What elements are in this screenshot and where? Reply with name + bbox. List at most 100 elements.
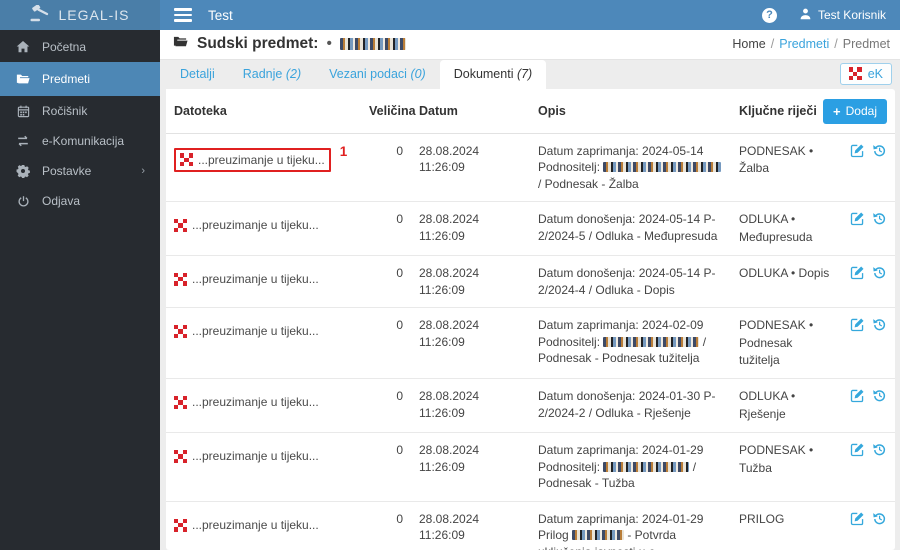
file-link[interactable]: ...preuzimanje u tijeku... [174, 394, 319, 411]
tab-vezani-podaci[interactable]: Vezani podaci (0) [315, 60, 440, 89]
edit-icon[interactable] [850, 511, 865, 526]
sidebar-item-odjava[interactable]: Odjava [0, 186, 160, 216]
page-title: Sudski predmet: • [172, 34, 406, 54]
tab-label: Radnje [242, 66, 283, 81]
sidebar-item-label: e-Komunikacija [42, 134, 125, 148]
edit-icon[interactable] [850, 265, 865, 280]
user-icon [799, 7, 812, 23]
file-name: ...preuzimanje u tijeku... [192, 395, 319, 410]
help-icon[interactable]: ? [761, 7, 777, 23]
file-name: ...preuzimanje u tijeku... [192, 324, 319, 339]
brand: LEGAL-IS [0, 0, 160, 30]
file-name: ...preuzimanje u tijeku... [192, 218, 319, 233]
folder-icon [15, 72, 31, 86]
history-icon[interactable] [872, 442, 887, 457]
brand-label: LEGAL-IS [58, 7, 130, 23]
checker-icon [174, 396, 187, 410]
keywords-cell: ODLUKA • Dopis [739, 266, 830, 281]
file-link[interactable]: ...preuzimanje u tijeku... [174, 147, 331, 173]
checker-icon [174, 449, 187, 463]
file-cell: ...preuzimanje u tijeku... [166, 433, 361, 502]
table-row: ...preuzimanje u tijeku... 0 28.08.2024 11… [166, 308, 895, 379]
sidebar-item-ro-i-nik[interactable]: Ročišnik [0, 96, 160, 126]
tab-label: Dokumenti [453, 66, 514, 81]
sidebar-item-predmeti[interactable]: Predmeti [0, 62, 160, 96]
ek-button[interactable]: eK [839, 62, 892, 85]
keywords-cell: ODLUKA • Rješenje [739, 389, 796, 421]
description-cell: Datum donošenja: 2024-05-14 P-2/2024-4 /… [538, 266, 716, 297]
actions-cell [841, 133, 895, 202]
breadcrumb-predmeti[interactable]: Predmeti [779, 37, 829, 51]
checker-icon [174, 272, 187, 286]
edit-icon[interactable] [850, 317, 865, 332]
row-actions [849, 388, 887, 403]
edit-icon[interactable] [850, 143, 865, 158]
breadcrumb-current: Predmet [842, 37, 890, 52]
documents-panel: Datoteka Veličina Datum Opis Ključne riječi +… [166, 88, 895, 550]
tab-detalji[interactable]: Detalji [166, 60, 229, 89]
column-header-veli-ina: Veličina [369, 104, 416, 119]
sidebar-item-postavke[interactable]: Postavke › [0, 156, 160, 186]
table-row: ...preuzimanje u tijeku... 0 28.08.2024 11… [166, 256, 895, 308]
sidebar-item-e-komunikacija[interactable]: e-Komunikacija [0, 126, 160, 156]
file-link[interactable]: ...preuzimanje u tijeku... [174, 448, 319, 465]
history-icon[interactable] [872, 143, 887, 158]
file-link[interactable]: ...preuzimanje u tijeku... [174, 323, 319, 340]
file-cell: ...preuzimanje u tijeku... [166, 256, 361, 308]
date-cell: 28.08.2024 11:26:09 [419, 212, 480, 243]
checker-icon [174, 219, 187, 233]
size-cell: 0 [396, 143, 403, 158]
file-cell: ...preuzimanje u tijeku... [166, 379, 361, 433]
date-cell: 28.08.2024 11:26:09 [419, 511, 480, 543]
description-cell: Datum zaprimanja: 2024-01-29 Podnositelj… [538, 443, 704, 491]
size-cell: 0 [396, 443, 403, 458]
description-cell: Datum zaprimanja: 2024-02-09 Podnositelj… [538, 318, 707, 366]
file-link[interactable]: ...preuzimanje u tijeku... [174, 217, 319, 234]
column-header-opis: Opis [538, 104, 566, 119]
sidebar-item-po-etna[interactable]: Početna [0, 32, 160, 62]
tab-label: Detalji [180, 66, 215, 81]
breadcrumb: Home / Predmeti / Predmet [732, 37, 890, 52]
edit-icon[interactable] [850, 442, 865, 457]
edit-icon[interactable] [850, 211, 865, 226]
annotation-label: 1 [339, 143, 348, 159]
column-header-datoteka: Datoteka [174, 104, 227, 119]
file-link[interactable]: ...preuzimanje u tijeku... [174, 271, 319, 288]
description-cell: Datum zaprimanja: 2024-05-14 Podnositelj… [530, 133, 731, 202]
date-cell: 28.08.2024 11:26:09 [419, 266, 480, 297]
history-icon[interactable] [872, 388, 887, 403]
file-cell: ...preuzimanje u tijeku... [166, 501, 361, 550]
row-actions [849, 265, 887, 280]
date-cell: 28.08.2024 11:26:09 [419, 143, 480, 175]
file-cell: ...preuzimanje u tijeku... [166, 202, 361, 256]
power-icon [15, 195, 31, 208]
keywords-cell: ODLUKA • Međupresuda [739, 212, 813, 244]
add-button[interactable]: + Dodaj [823, 98, 887, 124]
tab-radnje[interactable]: Radnje (2) [229, 60, 315, 89]
add-button-label: Dodaj [845, 104, 877, 119]
table-row: ...preuzimanje u tijeku... 0 28.08.2024 11… [166, 433, 895, 502]
file-link[interactable]: ...preuzimanje u tijeku... [174, 517, 319, 534]
redacted-text [572, 530, 625, 541]
file-name: ...preuzimanje u tijeku... [198, 152, 325, 167]
history-icon[interactable] [872, 317, 887, 332]
history-icon[interactable] [872, 265, 887, 280]
edit-icon[interactable] [850, 388, 865, 403]
actions-cell [841, 308, 895, 379]
column-header-datum: Datum [419, 104, 458, 119]
size-cell: 0 [396, 318, 403, 333]
menu-toggle-icon[interactable] [174, 8, 192, 22]
tab-count: (7) [513, 66, 533, 81]
tab-strip: Detalji Radnje (2) Vezani podaci (0) Dokume… [160, 59, 900, 89]
history-icon[interactable] [872, 211, 887, 226]
checker-icon [174, 324, 187, 338]
history-icon[interactable] [872, 511, 887, 526]
actions-cell [841, 256, 895, 308]
user-menu[interactable]: Test Korisnik [799, 7, 886, 23]
row-actions [849, 317, 887, 332]
size-cell: 0 [396, 511, 403, 526]
tab-dokumenti[interactable]: Dokumenti (7) [439, 59, 547, 89]
title-bar: Sudski predmet: • Home / Predmeti / Pred… [160, 30, 900, 60]
breadcrumb-home[interactable]: Home [732, 37, 765, 51]
file-name: ...preuzimanje u tijeku... [192, 517, 319, 532]
